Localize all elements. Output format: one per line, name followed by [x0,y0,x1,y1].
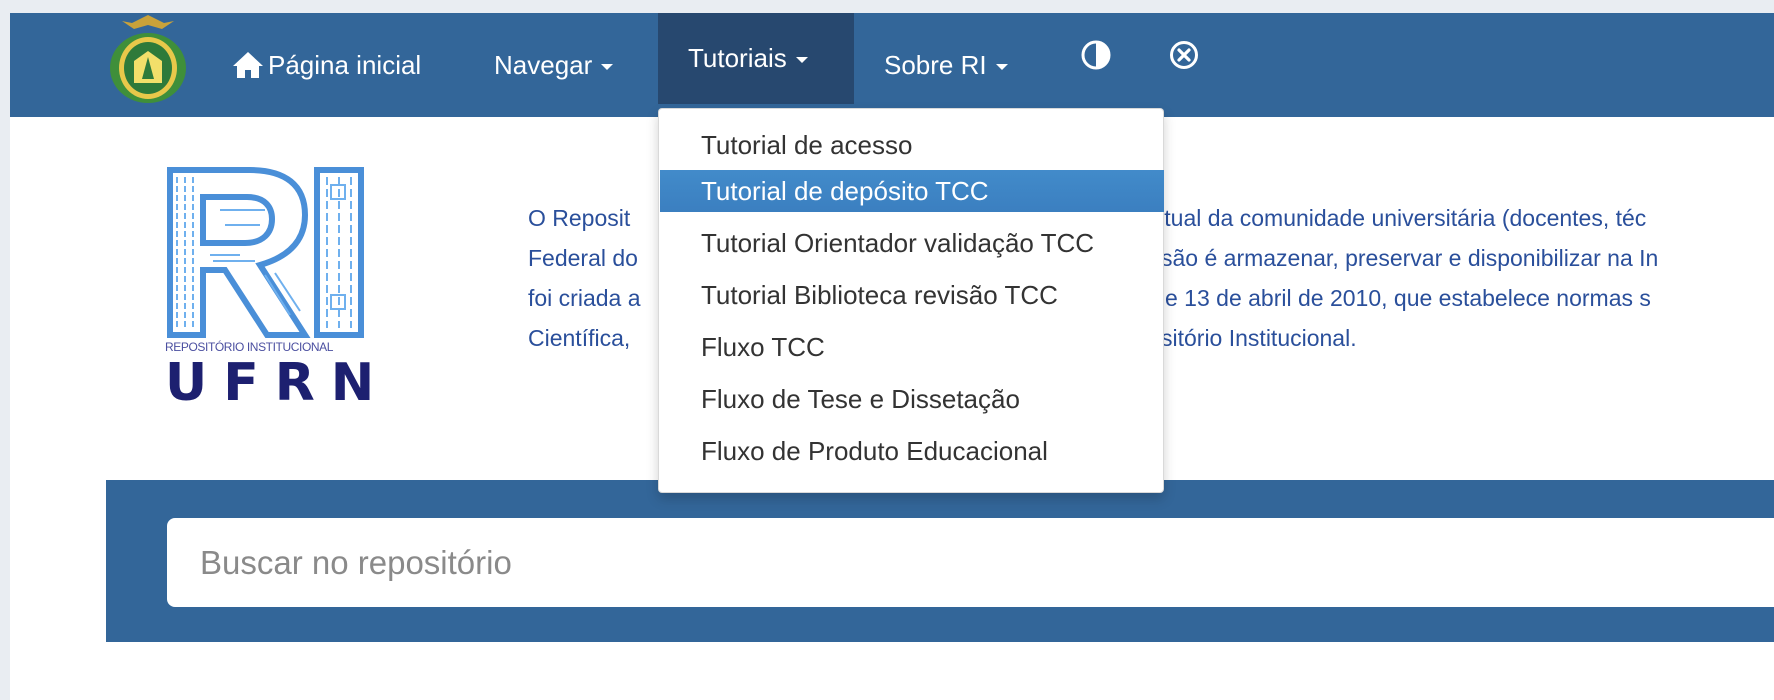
nav-tutorials-dropdown[interactable]: Tutoriais [658,13,854,104]
nav-browse-label: Navegar [494,49,593,80]
tutorials-dropdown-menu: Tutorial de acesso Tutorial de depósito … [658,108,1164,493]
caret-down-icon [995,63,1008,70]
intro-line-right: ectual da comunidade universitária (doce… [1140,205,1647,231]
nav-home-label: Página inicial [268,49,422,80]
intro-line-right: sitório Institucional. [1161,325,1357,351]
dropdown-item-tutorial-acesso[interactable]: Tutorial de acesso [660,124,1164,166]
intro-line-left: foi criada a [528,285,641,311]
nav-browse-dropdown[interactable]: Navegar [494,13,614,117]
contrast-toggle-button[interactable] [1072,13,1120,96]
contrast-icon [1081,40,1111,69]
dropdown-item-fluxo-produto[interactable]: Fluxo de Produto Educacional [660,430,1164,472]
nav-about-label: Sobre RI [884,49,987,80]
intro-line-left: O Reposit [528,205,631,231]
caret-down-icon [601,63,614,70]
dropdown-item-tutorial-orientador[interactable]: Tutorial Orientador validação TCC [660,222,1164,264]
logo-name: UFRN [165,353,391,413]
search-input[interactable] [167,518,1774,607]
close-circle-icon [1170,40,1198,69]
dropdown-item-tutorial-biblioteca[interactable]: Tutorial Biblioteca revisão TCC [660,274,1164,316]
intro-line-right: são é armazenar, preservar e disponibili… [1161,245,1659,271]
dropdown-item-fluxo-tese[interactable]: Fluxo de Tese e Dissetação [660,378,1164,420]
nav-tutorials-label: Tutoriais [688,43,787,73]
nav-home[interactable]: Página inicial [232,13,421,117]
reset-accessibility-button[interactable] [1160,13,1208,96]
intro-line-right: e 13 de abril de 2010, que estabelece no… [1165,285,1651,311]
caret-down-icon [795,57,808,63]
intro-line-left: Federal do [528,245,638,271]
ri-ufrn-logo: REPOSITÓRIO INSTITUCIONAL UFRN [165,165,391,415]
logo-subtitle: REPOSITÓRIO INSTITUCIONAL [165,340,334,354]
intro-line-left: Científica, [528,325,631,351]
dropdown-item-fluxo-tcc[interactable]: Fluxo TCC [660,326,1164,368]
ufrn-crest-logo[interactable] [102,13,194,105]
home-icon [232,51,264,79]
dropdown-item-tutorial-deposito-tcc[interactable]: Tutorial de depósito TCC [660,170,1164,212]
ri-circuit-letters [167,167,364,338]
nav-about-dropdown[interactable]: Sobre RI [884,13,1008,117]
